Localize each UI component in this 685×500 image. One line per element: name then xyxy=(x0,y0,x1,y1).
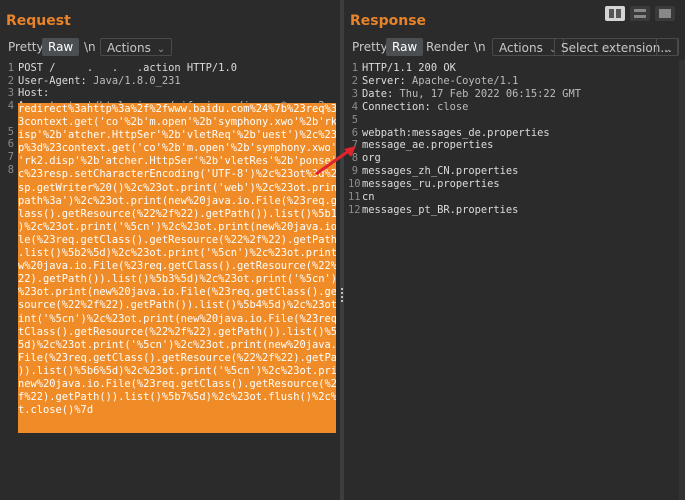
header-value: Thu, 17 Feb 2022 06:15:22 GMT xyxy=(393,87,581,100)
header-value xyxy=(49,87,143,99)
extension-chevron-button[interactable]: ⌄ xyxy=(656,38,678,56)
request-actions-menu[interactable]: Actions ⌄ xyxy=(100,38,173,56)
line-text: messages_zh_CN.properties xyxy=(362,165,519,178)
line-text: cn xyxy=(362,191,375,203)
line-number: 6 xyxy=(351,126,358,139)
line-text: POST / . . .action HTTP/1.0 xyxy=(18,62,237,74)
line-number: 5 xyxy=(351,113,358,126)
line-number: 4 xyxy=(351,100,358,113)
line-number: 4 xyxy=(7,100,14,113)
line-number: 1 xyxy=(7,62,14,74)
split-vertical-icon[interactable] xyxy=(630,6,650,21)
line-text: messages_ru.properties xyxy=(362,178,500,191)
line-number: 10 xyxy=(348,178,361,191)
single-pane-icon[interactable] xyxy=(655,6,675,21)
line-number: 12 xyxy=(348,203,361,216)
line-number: 1 xyxy=(351,62,358,74)
request-title: Request xyxy=(6,13,71,29)
line-number: 11 xyxy=(348,191,361,203)
header-name: Server: xyxy=(362,74,406,87)
header-name: Connection: xyxy=(362,100,431,113)
request-toolbar: Pretty Raw \n Actions ⌄ xyxy=(0,38,340,58)
line-text: Connection: close xyxy=(362,101,468,114)
line-text: message_ae.properties xyxy=(362,139,494,152)
line-number: 2 xyxy=(7,74,14,87)
request-body-selected[interactable]: redirect%3ahttp%3a%2f%2fwww.baidu.com%24… xyxy=(18,103,336,433)
header-name: Host: xyxy=(18,87,50,100)
request-tab-raw[interactable]: Raw xyxy=(42,38,80,56)
response-scrollbar[interactable] xyxy=(679,60,685,500)
line-text: User-Agent: Java/1.8.0_231 xyxy=(18,75,181,88)
line-text: HTTP/1.1 200 OK xyxy=(362,62,456,74)
header-name: User-Agent: xyxy=(18,74,87,87)
line-number: 8 xyxy=(351,152,358,165)
request-tab-newline[interactable]: \n xyxy=(78,38,102,56)
chevron-down-icon: ⌄ xyxy=(663,44,672,55)
response-actions-label: Actions xyxy=(499,41,543,55)
response-tab-newline[interactable]: \n xyxy=(468,38,492,56)
line-text: messages_pt_BR.properties xyxy=(362,203,519,216)
line-number: 6 xyxy=(7,138,14,151)
split-horizontal-icon[interactable] xyxy=(605,6,625,21)
line-number: 5 xyxy=(7,125,14,138)
request-pane: Request Pretty Raw \n Actions ⌄ 1 POST / .… xyxy=(0,0,340,500)
chevron-down-icon: ⌄ xyxy=(156,44,166,55)
request-actions-label: Actions xyxy=(107,41,151,55)
line-number: 9 xyxy=(351,165,358,178)
line-number: 7 xyxy=(351,139,358,152)
line-text: Host: xyxy=(18,87,143,100)
line-number: 2 xyxy=(351,74,358,87)
line-number: 3 xyxy=(351,87,358,100)
response-pane: Response Pretty Raw Render \n Actions ⌄ S… xyxy=(344,0,685,500)
layout-buttons xyxy=(605,6,675,22)
response-editor[interactable]: 1 HTTP/1.1 200 OK 2 Server: Apache-Coyote/1… xyxy=(344,60,685,500)
response-toolbar: Pretty Raw Render \n Actions ⌄ Select ext… xyxy=(344,38,685,58)
header-value: close xyxy=(430,100,469,113)
line-number: 3 xyxy=(7,87,14,100)
line-text: Server: Apache-Coyote/1.1 xyxy=(362,75,518,88)
header-value: Java/1.8.0_231 xyxy=(86,74,181,87)
line-text: org xyxy=(362,152,381,165)
line-number: 7 xyxy=(7,150,14,163)
response-tab-raw[interactable]: Raw xyxy=(386,38,424,56)
line-text: Date: Thu, 17 Feb 2022 06:15:22 GMT xyxy=(362,88,581,101)
line-number: 8 xyxy=(7,163,14,176)
response-title: Response xyxy=(350,13,427,29)
header-name: Date: xyxy=(362,87,394,100)
header-value: Apache-Coyote/1.1 xyxy=(405,74,519,87)
response-tab-render[interactable]: Render xyxy=(420,38,475,56)
line-text: webpath:messages_de.properties xyxy=(362,126,550,139)
